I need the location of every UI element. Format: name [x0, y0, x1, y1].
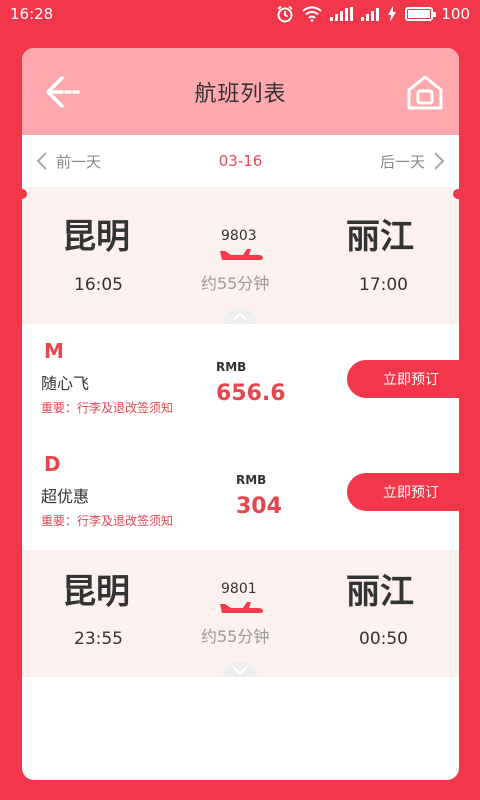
- fare-price: 656.6: [216, 381, 286, 406]
- ticket-notch: [453, 189, 463, 199]
- airplane-icon: [220, 249, 263, 260]
- status-bar: 16:28 100: [0, 0, 480, 28]
- page-title: 航班列表: [194, 81, 287, 107]
- fare-option: M 随心飞 重要：行李及退改签须知 RMB 656.6 立即预订: [22, 324, 459, 437]
- next-day-button[interactable]: 后一天: [380, 151, 445, 172]
- next-day-label: 后一天: [379, 152, 425, 171]
- arrival-time: 17:00: [359, 275, 408, 295]
- currency-label: RMB: [216, 360, 247, 374]
- signal-icon: [330, 7, 354, 21]
- book-now-button[interactable]: 立即预订: [347, 360, 459, 398]
- flight-row[interactable]: 昆明 16:05 9803 约55分钟 丽江 17:00: [22, 187, 459, 324]
- flight-duration: 约55分钟: [201, 627, 270, 646]
- prev-day-label: 前一天: [56, 152, 102, 171]
- current-date: 03-16: [218, 152, 263, 170]
- arrival-city: 丽江: [346, 572, 414, 612]
- fare-name: 超优惠: [41, 487, 90, 506]
- airplane-icon: [220, 602, 263, 613]
- chevron-up-icon: [232, 312, 248, 321]
- battery-icon: [405, 7, 437, 21]
- arrival-city: 丽江: [346, 217, 414, 257]
- currency-label: RMB: [236, 473, 267, 487]
- home-icon[interactable]: [405, 72, 445, 112]
- flight-number: 9801: [221, 581, 257, 597]
- chevron-right-icon: [434, 152, 445, 170]
- flight-duration: 约55分钟: [201, 274, 270, 293]
- flight-list-card: 航班列表 前一天 03-16 后一天 昆明 16:05 9803 约55分钟 丽…: [22, 48, 459, 780]
- chevron-down-icon: [232, 666, 248, 675]
- baggage-refund-notice-link[interactable]: 重要：行李及退改签须知: [41, 512, 173, 529]
- charging-icon: [388, 6, 397, 22]
- book-now-label: 立即预订: [383, 485, 439, 501]
- departure-time: 23:55: [74, 629, 123, 649]
- baggage-refund-notice-link[interactable]: 重要：行李及退改签须知: [41, 399, 173, 416]
- signal-4g-icon: [361, 7, 380, 21]
- departure-city: 昆明: [62, 217, 130, 257]
- expand-toggle[interactable]: [223, 662, 257, 677]
- back-arrow-icon[interactable]: [44, 74, 84, 110]
- departure-time: 16:05: [74, 275, 123, 295]
- cabin-code: M: [44, 339, 64, 363]
- fare-price: 304: [236, 494, 282, 519]
- chevron-left-icon: [36, 152, 47, 170]
- header: 航班列表: [22, 48, 459, 135]
- book-now-button[interactable]: 立即预订: [347, 473, 459, 511]
- flight-row[interactable]: 昆明 23:55 9801 约55分钟 丽江 00:50: [22, 550, 459, 677]
- arrival-time: 00:50: [359, 629, 408, 649]
- date-bar: 前一天 03-16 后一天: [22, 135, 459, 187]
- flight-number: 9803: [221, 228, 257, 244]
- ticket-notch: [17, 189, 27, 199]
- departure-city: 昆明: [62, 572, 130, 612]
- status-icons: 100: [276, 5, 470, 23]
- battery-level: 100: [441, 5, 470, 23]
- alarm-icon: [277, 5, 293, 23]
- status-time: 16:28: [10, 5, 54, 23]
- cabin-code: D: [44, 452, 61, 476]
- collapse-toggle[interactable]: [223, 307, 257, 324]
- fare-name: 随心飞: [41, 374, 90, 393]
- book-now-label: 立即预订: [383, 372, 439, 388]
- wifi-icon: [302, 6, 323, 22]
- prev-day-button[interactable]: 前一天: [36, 151, 101, 172]
- fare-option: D 超优惠 重要：行李及退改签须知 RMB 304 立即预订: [22, 437, 459, 550]
